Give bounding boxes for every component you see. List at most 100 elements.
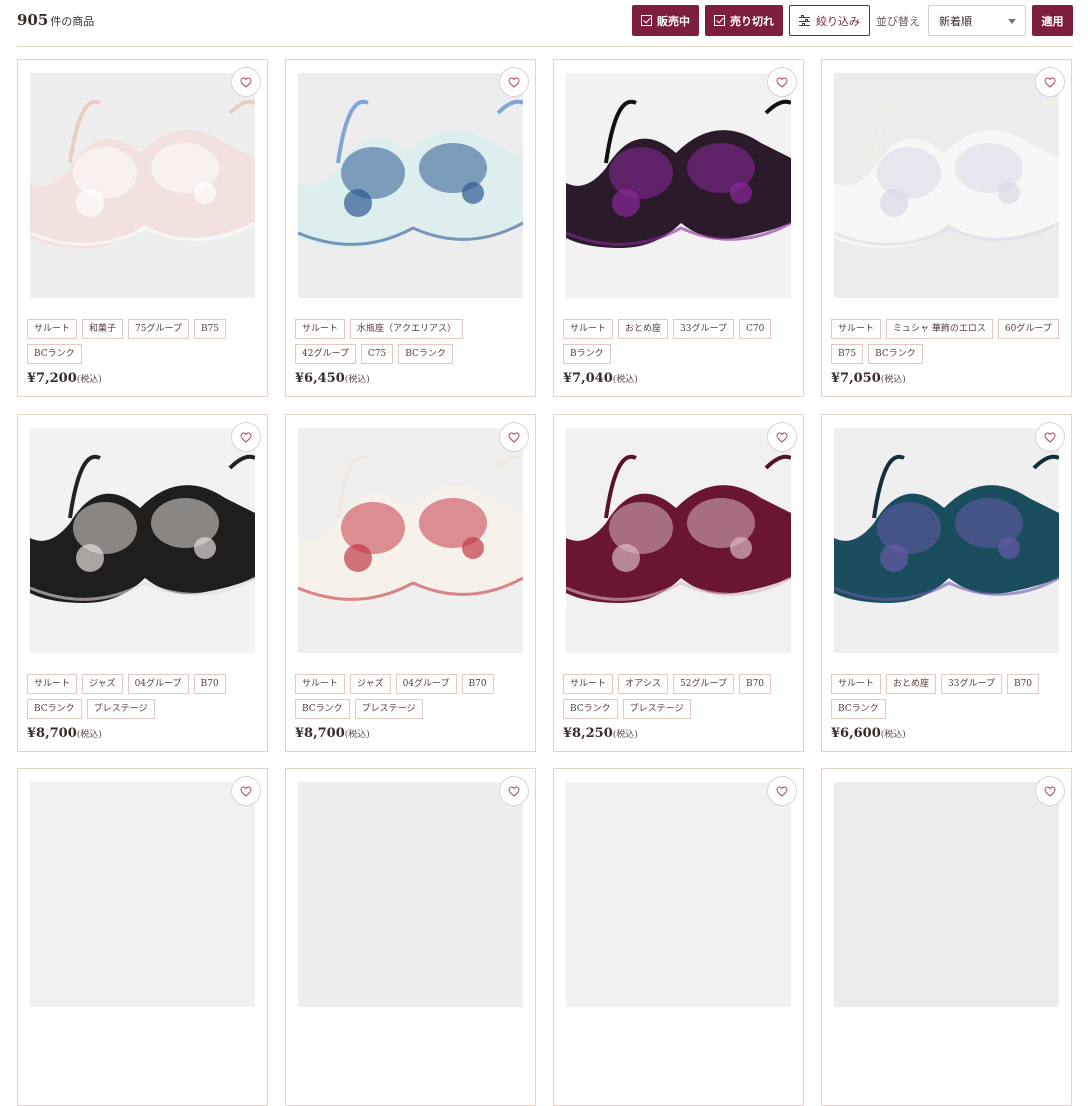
product-tag[interactable]: BCランク (27, 699, 82, 719)
product-tag[interactable]: 42グループ (295, 344, 356, 364)
product-tag[interactable]: 04グループ (395, 674, 457, 694)
favorite-button[interactable] (767, 776, 797, 806)
sort-label: 並び替え (876, 14, 920, 28)
product-image[interactable] (298, 428, 523, 653)
product-tag[interactable]: BCランク (27, 344, 82, 364)
product-card[interactable]: サルート オアシス 52グループ B70 BCランク プレステージ ¥8,250(税込) (553, 414, 804, 752)
favorite-button[interactable] (231, 422, 261, 452)
product-card[interactable] (821, 768, 1072, 1106)
checkbox-checked-icon (641, 15, 652, 26)
favorite-button[interactable] (499, 67, 529, 97)
favorite-button[interactable] (767, 422, 797, 452)
tag-list: サルート おとめ座 33グループ B70 BCランク (831, 674, 1061, 719)
product-card[interactable]: サルート ミュシャ 華飾のエロス 60グループ B75 BCランク ¥7,050(税込) (821, 59, 1072, 397)
product-tag[interactable]: オアシス (618, 674, 669, 694)
product-tag[interactable]: おとめ座 (618, 319, 669, 339)
product-tag[interactable]: B75 (831, 344, 864, 364)
product-tag[interactable]: サルート (295, 674, 346, 694)
favorite-button[interactable] (231, 67, 261, 97)
apply-button[interactable]: 適用 (1032, 5, 1073, 36)
product-image[interactable] (30, 428, 255, 653)
product-tag[interactable]: ジャズ (82, 674, 123, 694)
on-sale-toggle[interactable]: 販売中 (632, 5, 699, 36)
product-tag[interactable]: Bランク (563, 344, 611, 364)
product-tag[interactable]: B70 (193, 674, 226, 694)
product-tag[interactable]: 04グループ (127, 674, 189, 694)
product-tag[interactable]: サルート (831, 319, 882, 339)
product-tag[interactable]: 33グループ (673, 319, 734, 339)
favorite-button[interactable] (231, 776, 261, 806)
product-image[interactable] (566, 782, 791, 1007)
product-image[interactable] (298, 73, 523, 298)
product-tag[interactable]: B70 (1006, 674, 1040, 694)
tax-note: (税込) (612, 375, 638, 385)
product-tag[interactable]: 60グループ (997, 319, 1059, 339)
product-tag[interactable]: 75グループ (128, 319, 189, 339)
product-tag[interactable]: サルート (27, 319, 78, 339)
product-tag[interactable]: B75 (193, 319, 227, 339)
product-tag[interactable]: B70 (738, 674, 772, 694)
product-tag[interactable]: プレステージ (354, 699, 423, 719)
product-price: ¥7,040(税込) (563, 371, 638, 386)
product-image[interactable] (30, 73, 255, 298)
product-tag[interactable]: 水瓶座（アクエリアス） (350, 319, 464, 339)
product-tag[interactable]: BCランク (831, 699, 886, 719)
product-tag[interactable]: B70 (461, 674, 494, 694)
sort-select[interactable]: 新着順 (928, 5, 1026, 36)
product-tag[interactable]: サルート (831, 674, 882, 694)
filter-sliders-icon (799, 15, 810, 26)
product-card[interactable] (17, 768, 268, 1106)
favorite-button[interactable] (767, 67, 797, 97)
product-tag[interactable]: BCランク (563, 699, 618, 719)
product-tag[interactable]: BCランク (398, 344, 453, 364)
product-tag[interactable]: C75 (360, 344, 394, 364)
product-card[interactable]: サルート ジャズ 04グループ B70 BCランク プレステージ ¥8,700(税込) (17, 414, 268, 752)
favorite-button[interactable] (1035, 422, 1065, 452)
product-card[interactable]: サルート 和菓子 75グループ B75 BCランク ¥7,200(税込) (17, 59, 268, 397)
heart-icon (1044, 76, 1056, 88)
product-tag[interactable]: ジャズ (350, 674, 391, 694)
price-value: ¥6,600 (831, 726, 881, 741)
product-image[interactable] (566, 73, 791, 298)
product-image[interactable] (834, 73, 1059, 298)
result-count-unit: 件の商品 (50, 15, 95, 28)
product-tag[interactable]: 和菓子 (82, 319, 124, 339)
heart-icon (240, 431, 252, 443)
heart-icon (240, 76, 252, 88)
product-price: ¥8,700(税込) (295, 726, 370, 741)
product-image[interactable] (834, 782, 1059, 1007)
product-image[interactable] (834, 428, 1059, 653)
product-tag[interactable]: BCランク (868, 344, 923, 364)
product-image[interactable] (30, 782, 255, 1007)
product-tag[interactable]: プレステージ (622, 699, 691, 719)
sold-out-toggle[interactable]: 売り切れ (705, 5, 783, 36)
product-tag[interactable]: 33グループ (941, 674, 1002, 694)
filter-button[interactable]: 絞り込み (789, 5, 870, 36)
tax-note: (税込) (612, 730, 638, 740)
product-tag[interactable]: サルート (563, 319, 614, 339)
product-price: ¥6,600(税込) (831, 726, 906, 741)
product-card[interactable]: サルート ジャズ 04グループ B70 BCランク プレステージ ¥8,700(税込) (285, 414, 536, 752)
product-tag[interactable]: おとめ座 (886, 674, 937, 694)
product-card[interactable]: サルート 水瓶座（アクエリアス） 42グループ C75 BCランク ¥6,450(税込) (285, 59, 536, 397)
product-image[interactable] (298, 782, 523, 1007)
heart-icon (508, 76, 520, 88)
product-tag[interactable]: サルート (27, 674, 78, 694)
favorite-button[interactable] (499, 422, 529, 452)
product-image[interactable] (566, 428, 791, 653)
product-card[interactable] (285, 768, 536, 1106)
favorite-button[interactable] (1035, 776, 1065, 806)
product-tag[interactable]: C70 (738, 319, 772, 339)
favorite-button[interactable] (499, 776, 529, 806)
product-tag[interactable]: プレステージ (86, 699, 155, 719)
product-card[interactable]: サルート おとめ座 33グループ B70 BCランク ¥6,600(税込) (821, 414, 1072, 752)
product-card[interactable]: サルート おとめ座 33グループ C70 Bランク ¥7,040(税込) (553, 59, 804, 397)
favorite-button[interactable] (1035, 67, 1065, 97)
product-tag[interactable]: サルート (563, 674, 614, 694)
product-tag[interactable]: サルート (295, 319, 346, 339)
product-tag[interactable]: ミュシャ 華飾のエロス (886, 319, 993, 339)
product-tag[interactable]: BCランク (295, 699, 350, 719)
product-tag[interactable]: 52グループ (673, 674, 734, 694)
heart-icon (776, 431, 788, 443)
product-card[interactable] (553, 768, 804, 1106)
